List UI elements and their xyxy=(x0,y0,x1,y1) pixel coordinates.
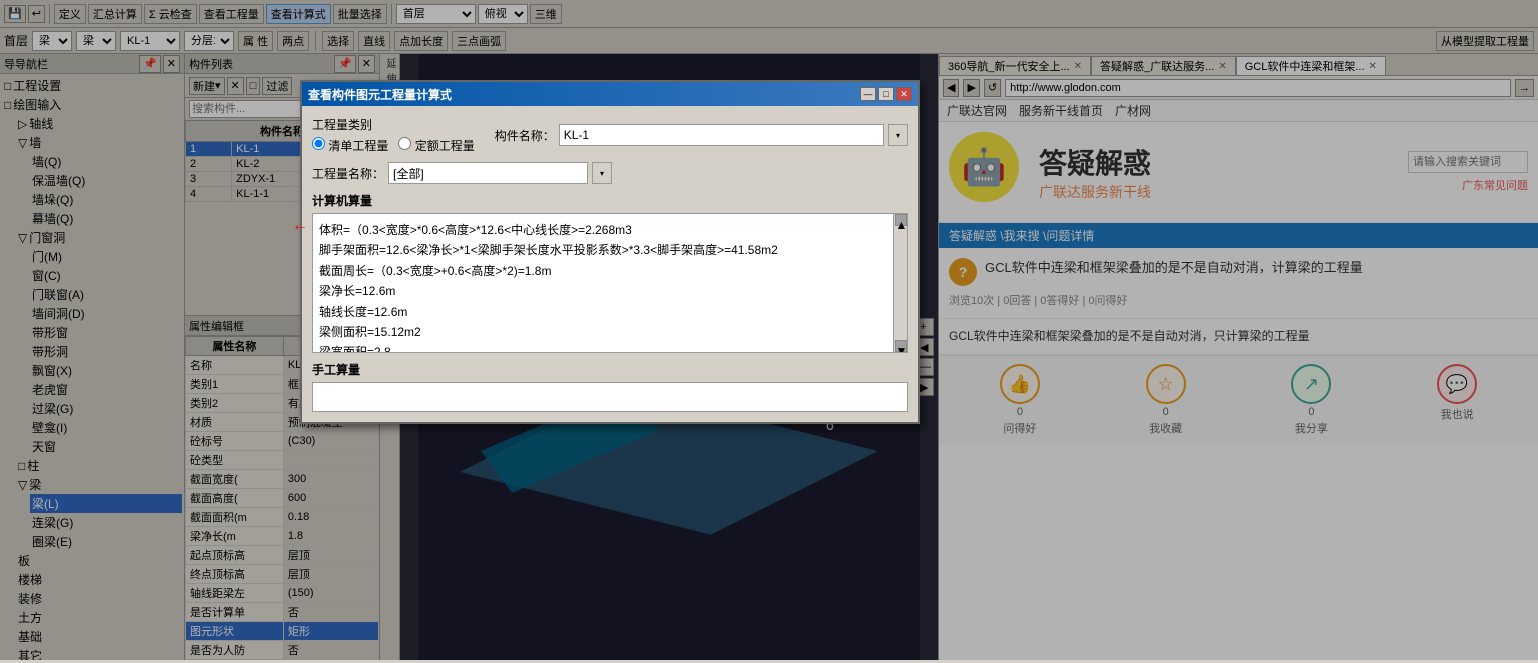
calc-line-3: 梁净长=12.6m xyxy=(319,281,891,301)
modal-body: 工程量类别 清单工程量 定额工程量 构件名称： xyxy=(302,106,918,422)
comp-name-input[interactable] xyxy=(559,124,884,146)
manual-label: 手工算量 xyxy=(312,361,908,378)
scroll-down-btn[interactable]: ▼ xyxy=(895,340,907,352)
radio-quota-input[interactable] xyxy=(398,137,411,150)
radio-quota[interactable]: 定额工程量 xyxy=(398,137,474,154)
calc-scrollbar[interactable]: ▲ ▼ xyxy=(893,214,907,352)
modal-title: 查看构件图元工程量计算式 xyxy=(308,86,452,103)
component-name-row: 构件名称： ▾ xyxy=(495,124,908,146)
modal-close-btn[interactable]: ✕ xyxy=(896,87,912,101)
modal-overlay: 查看构件图元工程量计算式 — □ ✕ 工程量类别 清单工程量 xyxy=(0,0,1538,660)
calc-line-5: 梁侧面积=15.12m2 xyxy=(319,322,891,342)
modal-titlebar: 查看构件图元工程量计算式 — □ ✕ xyxy=(302,82,918,106)
radio-list[interactable]: 清单工程量 xyxy=(312,137,388,154)
calc-content: 体积=（0.3<宽度>*0.6<高度>*12.6<中心线长度>=2.268m3 … xyxy=(312,213,908,353)
modal-controls: — □ ✕ xyxy=(860,87,912,101)
qty-type-label: 工程量类别 xyxy=(312,118,372,132)
radio-group: 清单工程量 定额工程量 xyxy=(312,137,475,154)
qty-name-label: 工程量名称： xyxy=(312,165,384,182)
calc-line-4: 轴线长度=12.6m xyxy=(319,302,891,322)
modal-minimize-btn[interactable]: — xyxy=(860,87,876,101)
calc-modal: 查看构件图元工程量计算式 — □ ✕ 工程量类别 清单工程量 xyxy=(300,80,920,424)
calc-line-1: 脚手架面积=12.6<梁净长>*1<梁脚手架长度水平投影系数>*3.3<脚手架高… xyxy=(319,240,891,260)
scroll-up-btn[interactable]: ▲ xyxy=(895,214,907,226)
calc-section-label: 计算机算量 xyxy=(312,192,908,209)
manual-calc-section: 手工算量 xyxy=(312,361,908,412)
radio-list-input[interactable] xyxy=(312,137,325,150)
calc-line-6: 梁宽面积=2.8 xyxy=(319,342,891,353)
calc-content-wrapper: 体积=（0.3<宽度>*0.6<高度>*12.6<中心线长度>=2.268m3 … xyxy=(312,213,908,353)
calc-line-0: 体积=（0.3<宽度>*0.6<高度>*12.6<中心线长度>=2.268m3 xyxy=(319,220,891,240)
qty-name-input[interactable] xyxy=(388,162,588,184)
comp-dropdown-btn[interactable]: ▾ xyxy=(888,124,908,146)
qty-name-row: 工程量名称： ▾ xyxy=(312,162,908,184)
comp-name-label: 构件名称： xyxy=(495,127,555,144)
calc-line-2: 截面周长=（0.3<宽度>+0.6<高度>*2)=1.8m xyxy=(319,261,891,281)
quantity-type-section: 工程量类别 清单工程量 定额工程量 xyxy=(312,116,475,154)
qty-name-dropdown-btn[interactable]: ▾ xyxy=(592,162,612,184)
modal-maximize-btn[interactable]: □ xyxy=(878,87,894,101)
manual-input-area[interactable] xyxy=(312,382,908,412)
red-arrow-indicator: ← xyxy=(292,217,308,235)
